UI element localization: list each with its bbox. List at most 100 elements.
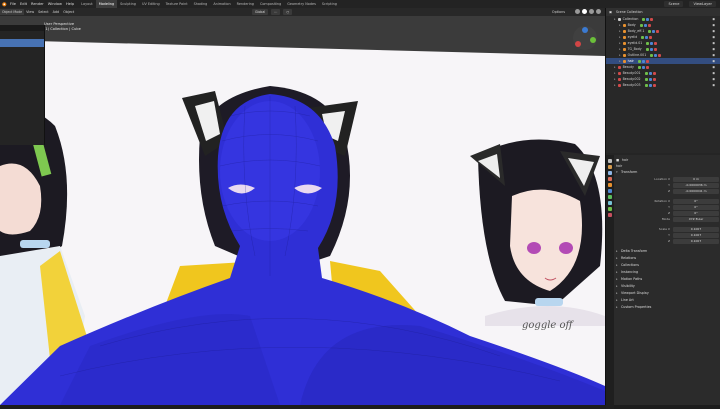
blender-logo-icon[interactable] xyxy=(0,0,8,8)
rotation-z-field[interactable]: 0° xyxy=(673,210,719,216)
material-shading-icon[interactable] xyxy=(589,9,594,14)
tab-texture-paint[interactable]: Texture Paint xyxy=(163,0,191,8)
properties-body: ■ hair hair ▾ Transform Location X 0 m Y … xyxy=(616,157,719,311)
render-tab-icon[interactable] xyxy=(608,165,612,169)
scale-y-field[interactable]: 0.1007 xyxy=(673,232,719,238)
tab-rendering[interactable]: Rendering xyxy=(234,0,257,8)
modifier-badge-icon xyxy=(645,65,649,69)
menu-render[interactable]: Render xyxy=(29,2,46,6)
tab-layout[interactable]: Layout xyxy=(78,0,96,8)
rotation-y-field[interactable]: 0° xyxy=(673,204,719,210)
modifier-badge-icon xyxy=(650,17,654,21)
data-tab-icon[interactable] xyxy=(608,207,612,211)
menu-object[interactable]: Object xyxy=(61,10,76,14)
modifier-badge-icon xyxy=(648,77,652,81)
modifier-badge-icon xyxy=(644,83,648,87)
view-layer-selector[interactable]: ViewLayer xyxy=(689,1,716,7)
wireframe-shading-icon[interactable] xyxy=(575,9,580,14)
menu-item[interactable] xyxy=(0,71,44,79)
location-z-field[interactable]: -0.0000041 m xyxy=(673,188,719,194)
snap-toggle[interactable]: ⋯ xyxy=(271,9,281,15)
menu-item[interactable] xyxy=(0,31,44,39)
modifier-badge-icon xyxy=(641,35,645,39)
workspace-tabs: Layout Modeling Sculpting UV Editing Tex… xyxy=(78,0,340,8)
menu-item[interactable] xyxy=(0,63,44,71)
properties-editor: ■ hair hair ▾ Transform Location X 0 m Y … xyxy=(606,155,720,409)
rotation-x-field[interactable]: 0° xyxy=(673,198,719,204)
tab-compositing[interactable]: Compositing xyxy=(257,0,284,8)
right-sidebar: ▣ Scene Collection ▸ Collection ◉ ▸ Body ◉ ▸ Bo… xyxy=(605,8,720,409)
collapsed-section-header[interactable]: ▸ Line Art xyxy=(616,297,719,304)
viewport-scene xyxy=(0,26,605,405)
location-x-field[interactable]: 0 m xyxy=(673,176,719,182)
tab-animation[interactable]: Animation xyxy=(210,0,233,8)
menu-file[interactable]: File xyxy=(8,2,18,6)
tool-tab-icon[interactable] xyxy=(608,159,612,163)
expand-arrow-icon[interactable]: ▸ xyxy=(614,82,616,88)
tab-sculpting[interactable]: Sculpting xyxy=(117,0,139,8)
transform-panel-header[interactable]: ▾ Transform xyxy=(616,169,719,176)
menu-item[interactable] xyxy=(0,119,44,127)
tab-uv-editing[interactable]: UV Editing xyxy=(139,0,163,8)
tab-shading[interactable]: Shading xyxy=(191,0,211,8)
menu-item[interactable] xyxy=(0,127,44,135)
constraint-tab-icon[interactable] xyxy=(608,201,612,205)
scale-x-field[interactable]: 0.1007 xyxy=(673,226,719,232)
scale-z-field[interactable]: 0.1007 xyxy=(673,238,719,244)
section-label: Collections xyxy=(621,263,640,267)
physics-tab-icon[interactable] xyxy=(608,195,612,199)
view-layer-tab-icon[interactable] xyxy=(608,177,612,181)
collapsed-section-header[interactable]: ▸ Collections xyxy=(616,262,719,269)
visibility-eye-icon[interactable]: ◉ xyxy=(712,82,715,88)
menu-select[interactable]: Select xyxy=(36,10,50,14)
menu-item[interactable] xyxy=(0,79,44,87)
menu-item[interactable] xyxy=(0,95,44,103)
collapsed-section-header[interactable]: ▸ Motion Paths xyxy=(616,276,719,283)
menu-item[interactable] xyxy=(0,47,44,55)
3d-viewport[interactable]: User Perspective (1) Collection | Cube g… xyxy=(0,16,605,405)
proportional-edit-toggle[interactable]: ○ xyxy=(283,9,293,15)
output-tab-icon[interactable] xyxy=(608,171,612,175)
navigation-gizmo[interactable] xyxy=(573,26,597,50)
scale-label: Scale X xyxy=(658,227,670,231)
menu-item[interactable] xyxy=(0,103,44,111)
rendered-shading-icon[interactable] xyxy=(596,9,601,14)
tab-scripting[interactable]: Scripting xyxy=(319,0,340,8)
collapsed-section-header[interactable]: ▸ Instancing xyxy=(616,269,719,276)
modifier-tab-icon[interactable] xyxy=(608,189,612,193)
collapsed-section-header[interactable]: ▸ Custom Properties xyxy=(616,304,719,311)
section-label: Instancing xyxy=(621,270,639,274)
material-tab-icon[interactable] xyxy=(608,213,612,217)
transform-orientation-dropdown[interactable]: Global xyxy=(252,9,269,15)
tab-modeling[interactable]: Modeling xyxy=(95,0,118,8)
rotation-mode-dropdown[interactable]: XYZ Euler xyxy=(673,216,719,222)
menu-item[interactable] xyxy=(0,87,44,95)
solid-shading-icon[interactable] xyxy=(582,9,587,14)
modifier-badge-icon xyxy=(641,65,645,69)
object-type-icon xyxy=(622,47,626,51)
menu-item[interactable] xyxy=(0,111,44,119)
menu-help[interactable]: Help xyxy=(64,2,76,6)
outliner-item[interactable]: ▸ Beauty.003 ◉ xyxy=(606,82,720,88)
menu-item-highlighted[interactable] xyxy=(0,39,44,47)
options-button[interactable]: Options xyxy=(552,10,565,14)
menu-window[interactable]: Window xyxy=(46,2,64,6)
collapsed-section-header[interactable]: ▸ Viewport Display xyxy=(616,290,719,297)
menu-add[interactable]: Add xyxy=(51,10,62,14)
outliner-item-badges xyxy=(645,47,657,51)
scene-selector[interactable]: Scene xyxy=(664,1,684,7)
object-tab-icon[interactable] xyxy=(608,183,612,187)
collapsed-section-header[interactable]: ▸ Visibility xyxy=(616,283,719,290)
outliner-item-badges xyxy=(646,41,658,45)
menu-view[interactable]: View xyxy=(24,10,36,14)
tab-geometry-nodes[interactable]: Geometry Nodes xyxy=(284,0,319,8)
outliner-item-badges xyxy=(641,35,653,39)
modifier-badge-icon xyxy=(641,59,645,63)
location-y-field[interactable]: -0.0000036 m xyxy=(673,182,719,188)
menu-edit[interactable]: Edit xyxy=(18,2,29,6)
collapsed-section-header[interactable]: ▸ Relations xyxy=(616,255,719,262)
mode-dropdown[interactable]: Object Mode xyxy=(0,9,25,15)
menu-item[interactable] xyxy=(0,55,44,63)
modifier-badge-icon xyxy=(637,65,641,69)
collapsed-section-header[interactable]: ▸ Delta Transform xyxy=(616,248,719,255)
